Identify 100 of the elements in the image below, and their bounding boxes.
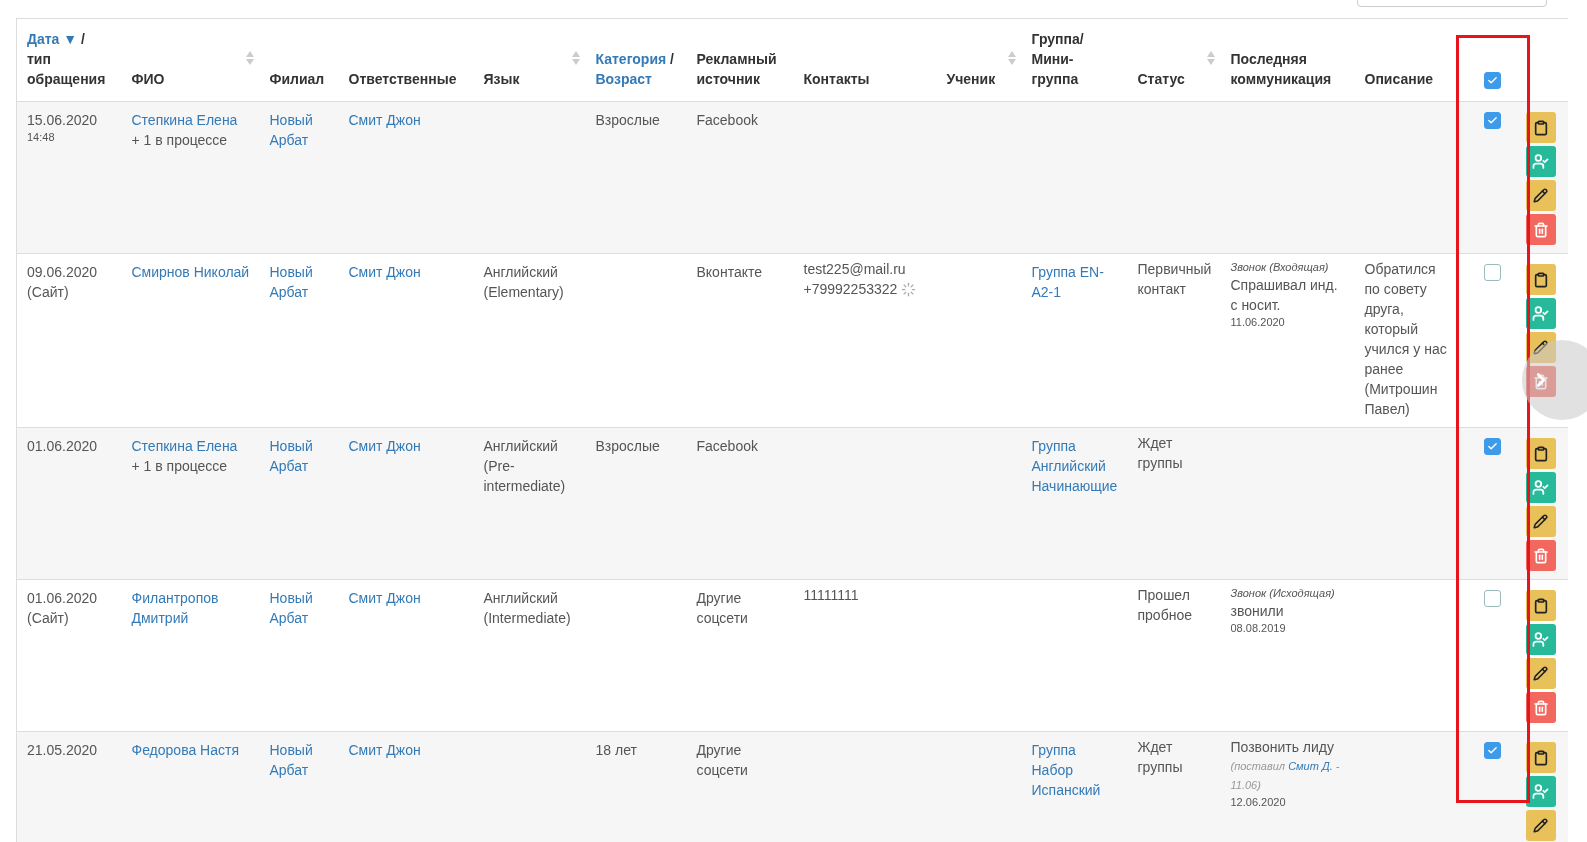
source-text: Другие соцсети	[696, 589, 749, 628]
client-name-link[interactable]: Смирнов Николай	[131, 262, 250, 282]
contact-text: +79992253322	[803, 280, 898, 299]
branch-link[interactable]: Новый Арбат	[269, 740, 329, 780]
branch-link[interactable]: Новый Арбат	[269, 436, 329, 476]
checkbox[interactable]	[1483, 742, 1501, 759]
language-text: Английский (Intermediate)	[483, 589, 572, 628]
column-header-link[interactable]: Дата ▼	[27, 29, 78, 49]
user-check-icon	[1532, 479, 1549, 496]
user-check-icon	[1532, 783, 1549, 800]
column-header: тип обращения	[27, 50, 107, 89]
communication-type-text: Звонок (Исходящая)	[1230, 586, 1336, 601]
communication-text: звонили	[1230, 602, 1285, 621]
responsible-link[interactable]: Смит Джон	[348, 588, 464, 608]
column-header: Описание	[1364, 70, 1434, 89]
group-link[interactable]: Группа EN-A2-1	[1031, 262, 1118, 302]
source-text: Вконтакте	[696, 263, 763, 282]
communication-text: Спрашивал инд. с носит.	[1230, 276, 1339, 315]
date-text: 09.06.2020	[27, 263, 99, 282]
next-button[interactable]	[1522, 340, 1587, 420]
date-text: 21.05.2020	[27, 741, 99, 760]
check-icon	[1486, 745, 1498, 756]
client-name-link[interactable]: Степкина Елена	[131, 436, 250, 456]
checkbox[interactable]	[1483, 72, 1501, 89]
user-check-icon	[1532, 153, 1549, 170]
column-header: Статус	[1137, 70, 1185, 89]
clipboard-icon	[1532, 119, 1549, 136]
date-text: 01.06.2020	[27, 589, 99, 608]
communication-date: 12.06.2020	[1230, 795, 1287, 809]
status-text: Прошел пробное	[1137, 586, 1193, 625]
communication-text: Позвонить лиду	[1230, 738, 1335, 757]
user-check-icon	[1532, 631, 1549, 648]
check-icon	[1486, 441, 1498, 452]
client-name-link[interactable]: Федорова Настя	[131, 740, 250, 760]
trash-icon	[1532, 221, 1549, 238]
language-text: Английский (Pre-intermediate)	[483, 437, 567, 496]
source-text: Facebook	[696, 111, 759, 130]
column-header: Контакты	[803, 70, 870, 89]
source-text: Facebook	[696, 437, 759, 456]
column-header-link[interactable]: Категория	[595, 49, 667, 69]
contact-text: 11111111	[803, 586, 859, 605]
column-header-link[interactable]: Возраст	[595, 69, 652, 89]
group-link[interactable]: Группа Английский Начинающие	[1031, 436, 1118, 496]
client-name-link[interactable]: Филантропов Дмитрий	[131, 588, 250, 628]
client-name-link[interactable]: Степкина Елена	[131, 110, 250, 130]
responsible-link[interactable]: Смит Джон	[348, 740, 464, 760]
language-text: Английский (Elementary)	[483, 263, 565, 302]
checkbox[interactable]	[1483, 438, 1501, 455]
column-header: Группа/ Мини-группа	[1031, 30, 1085, 89]
pencil-icon	[1533, 514, 1548, 529]
column-header: /	[670, 50, 674, 69]
check-icon	[1486, 115, 1498, 126]
column-header: Ученик	[946, 70, 996, 89]
branch-link[interactable]: Новый Арбат	[269, 588, 329, 628]
communication-note: (поставил Смит Д. - 11.06)	[1230, 759, 1341, 793]
user-check-icon	[1532, 305, 1549, 322]
in-progress-text: + 1 в процессе	[131, 131, 229, 150]
description-text: Обратился по совету друга, который учился у нас ранее (Митрошин Павел)	[1364, 260, 1448, 419]
column-header: Филиал	[269, 70, 325, 89]
time-text: 14:48	[27, 130, 56, 144]
communication-date: 11.06.2020	[1230, 315, 1286, 329]
checkbox[interactable]	[1483, 112, 1501, 129]
category-text: 18 лет	[595, 741, 638, 760]
pencil-icon	[1533, 666, 1548, 681]
trash-icon	[1532, 699, 1549, 716]
request-type-text: (Сайт)	[27, 609, 70, 628]
status-text: Ждет группы	[1137, 434, 1184, 473]
branch-link[interactable]: Новый Арбат	[269, 110, 329, 150]
check-icon	[1486, 75, 1498, 86]
column-header: ФИО	[131, 70, 165, 89]
clipboard-icon	[1532, 749, 1549, 766]
pencil-icon	[1533, 818, 1548, 833]
clipboard-icon	[1532, 597, 1549, 614]
trash-icon	[1532, 547, 1549, 564]
pencil-icon	[1533, 340, 1548, 355]
status-text: Первичный контакт	[1137, 260, 1211, 299]
checkbox[interactable]	[1483, 590, 1501, 607]
clipboard-icon	[1532, 445, 1549, 462]
edit-button[interactable]	[1525, 810, 1556, 841]
request-type-text: (Сайт)	[27, 283, 70, 302]
date-text: 15.06.2020	[27, 111, 99, 130]
column-header: Ответственные	[348, 70, 457, 89]
author-link[interactable]: Смит Д.	[1288, 760, 1333, 772]
responsible-link[interactable]: Смит Джон	[348, 436, 464, 456]
checkbox[interactable]	[1483, 264, 1501, 281]
clipboard-icon	[1532, 271, 1549, 288]
in-progress-text: + 1 в процессе	[131, 457, 229, 476]
category-text: Взрослые	[595, 437, 661, 456]
group-link[interactable]: Группа Набор Испанский	[1031, 740, 1118, 800]
date-text: 01.06.2020	[27, 437, 99, 456]
responsible-link[interactable]: Смит Джон	[348, 110, 464, 130]
branch-link[interactable]: Новый Арбат	[269, 262, 329, 302]
contact-text: test225@mail.ru	[803, 260, 906, 279]
column-header: Последняя коммуникация	[1230, 50, 1333, 89]
communication-date: 08.08.2019	[1230, 621, 1287, 635]
source-text: Другие соцсети	[696, 741, 749, 780]
column-header: Язык	[483, 70, 520, 89]
category-text: Взрослые	[595, 111, 661, 130]
communication-type-text: Звонок (Входящая)	[1230, 260, 1330, 275]
responsible-link[interactable]: Смит Джон	[348, 262, 464, 282]
